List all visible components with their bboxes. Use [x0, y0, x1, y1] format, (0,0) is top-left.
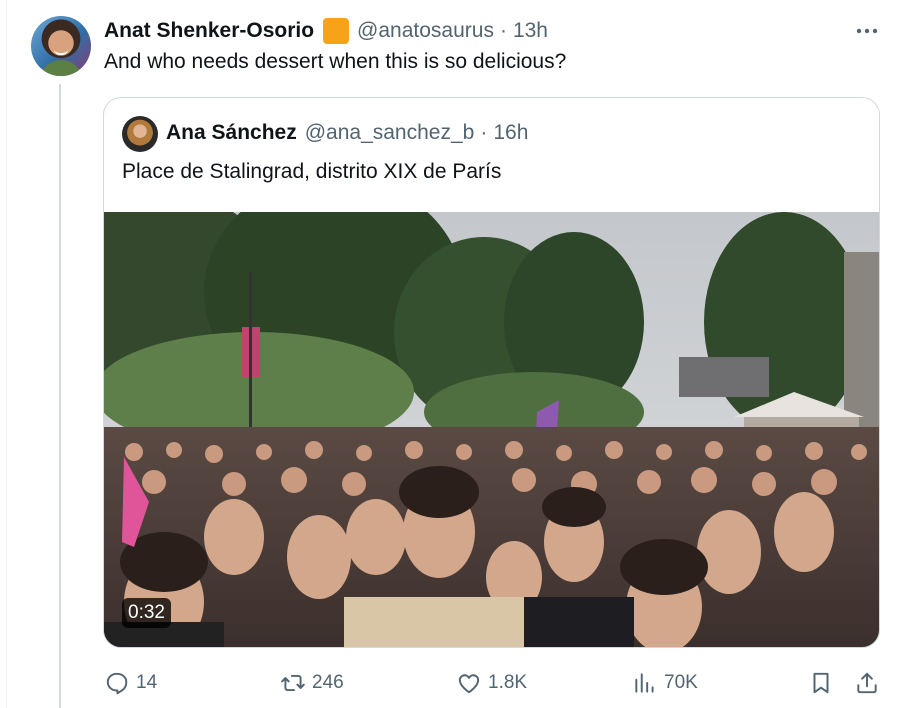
- quote-author-handle[interactable]: @ana_sanchez_b: [305, 121, 475, 145]
- like-button[interactable]: 1.8K: [456, 666, 527, 700]
- quote-author-avatar[interactable]: [122, 116, 158, 152]
- avatar-smile: [54, 49, 68, 55]
- quote-author-name[interactable]: Ana Sánchez: [166, 121, 297, 145]
- share-button[interactable]: [850, 666, 884, 700]
- tweet-text: And who needs dessert when this is so de…: [104, 50, 567, 73]
- tweet-header: Anat Shenker-Osorio @anatosaurus · 13h: [104, 16, 548, 46]
- heart-icon: [458, 674, 480, 694]
- like-count: 1.8K: [488, 672, 528, 693]
- reply-icon: [106, 672, 128, 695]
- author-avatar[interactable]: [31, 16, 91, 76]
- quote-separator-dot: ·: [480, 121, 488, 144]
- video-thumbnail-crowd-scene: [104, 212, 879, 647]
- repost-icon: [281, 674, 305, 692]
- thread-connector: [59, 84, 61, 708]
- quote-header: Ana Sánchez @ana_sanchez_b · 16h: [166, 118, 528, 148]
- quote-timestamp[interactable]: 16h: [493, 121, 528, 145]
- avatar-shirt: [39, 60, 83, 76]
- reply-count: 14: [136, 672, 158, 693]
- quote-text: Place de Stalingrad, distrito XIX de Par…: [122, 160, 502, 183]
- author-handle[interactable]: @anatosaurus: [357, 19, 494, 43]
- author-name[interactable]: Anat Shenker-Osorio: [104, 19, 314, 43]
- bookmark-button[interactable]: [804, 666, 838, 700]
- more-options-button[interactable]: [852, 16, 882, 46]
- views-button[interactable]: 70K: [632, 666, 698, 700]
- verified-organization-badge: [323, 18, 350, 44]
- bookmark-icon: [813, 672, 829, 694]
- reply-button[interactable]: 14: [104, 666, 157, 700]
- share-icon: [857, 672, 877, 694]
- repost-button[interactable]: 246: [280, 666, 344, 700]
- ellipsis-icon: [856, 28, 878, 34]
- tweet-actions-bar: 14 246 1.8K 70K: [0, 666, 908, 700]
- tweet-timestamp[interactable]: 13h: [513, 19, 548, 43]
- separator-dot: ·: [499, 19, 507, 42]
- views-icon: [635, 673, 654, 693]
- video-player[interactable]: 0:32: [104, 212, 879, 647]
- view-count: 70K: [664, 672, 698, 693]
- repost-count: 246: [312, 672, 344, 693]
- video-duration-badge: 0:32: [122, 598, 171, 628]
- timeline-border: [6, 0, 7, 708]
- quoted-tweet-card[interactable]: Ana Sánchez @ana_sanchez_b · 16h Place d…: [103, 97, 880, 648]
